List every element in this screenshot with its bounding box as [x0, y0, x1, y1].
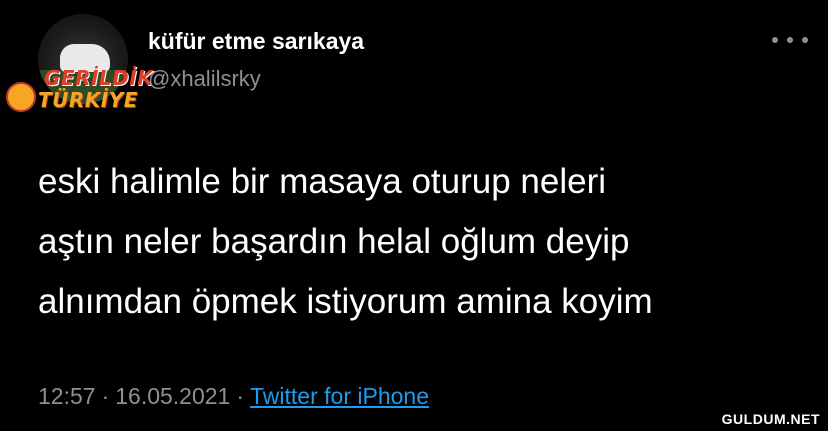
site-watermark: GULDUM.NET — [721, 411, 820, 427]
user-handle[interactable]: @xhalilsrky — [148, 66, 261, 92]
meta-separator: · — [101, 383, 110, 409]
logo-line-1: GERİLDİK — [44, 66, 154, 90]
tweet-text: eski halimle bir masaya oturup neleri aş… — [38, 152, 798, 332]
tweet-date[interactable]: 16.05.2021 — [115, 383, 230, 409]
logo-line-2: TÜRKİYE — [38, 88, 138, 112]
meta-separator: · — [236, 383, 245, 409]
tweet-line: eski halimle bir masaya oturup neleri — [38, 162, 607, 201]
tweet-time[interactable]: 12:57 — [38, 383, 96, 409]
display-name[interactable]: küfür etme sarıkaya — [148, 28, 364, 55]
more-dot-icon — [802, 37, 808, 43]
gerildik-turkiye-logo: GERİLDİK TÜRKİYE — [4, 66, 154, 116]
tweet-line: alnımdan öpmek istiyorum amina koyim — [38, 282, 653, 321]
tweet-line: aştın neler başardın helal oğlum deyip — [38, 222, 630, 261]
angry-face-icon — [6, 82, 36, 112]
tweet-meta: 12:57 · 16.05.2021 · Twitter for iPhone — [38, 383, 429, 410]
more-dot-icon — [772, 37, 778, 43]
more-options-button[interactable] — [772, 30, 808, 50]
more-dot-icon — [787, 37, 793, 43]
tweet-source-link[interactable]: Twitter for iPhone — [250, 383, 429, 409]
